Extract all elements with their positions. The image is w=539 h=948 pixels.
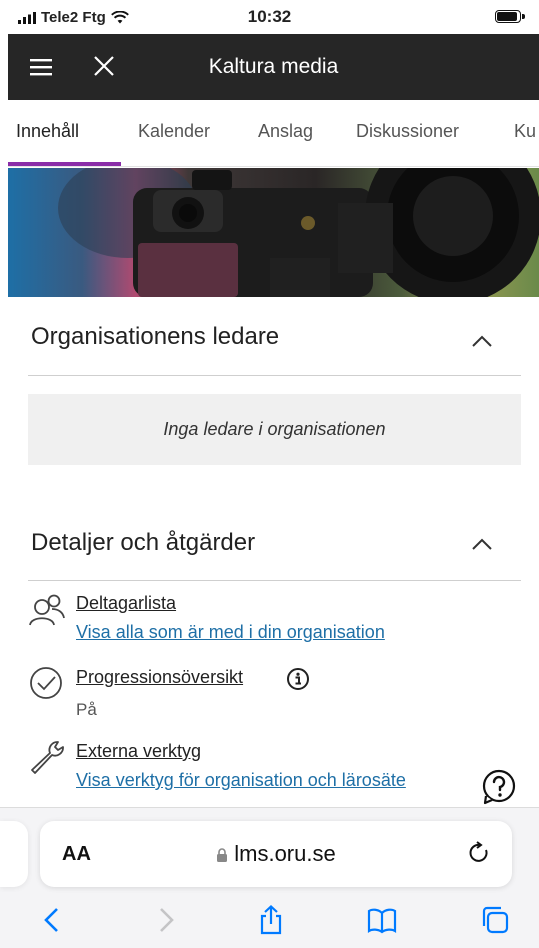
tab-bar: Innehåll Kalender Anslag Diskussioner Ku xyxy=(8,100,539,167)
tab-kalender[interactable]: Kalender xyxy=(138,121,210,142)
people-icon xyxy=(29,594,65,626)
section-divider xyxy=(28,375,521,376)
previous-tab-preview[interactable] xyxy=(0,821,28,887)
external-tools-link[interactable]: Externa verktyg xyxy=(76,741,201,762)
help-icon[interactable] xyxy=(481,769,517,805)
battery-icon xyxy=(495,10,525,23)
page-title: Kaltura media xyxy=(208,55,339,78)
lock-icon xyxy=(217,848,228,862)
chevron-up-icon[interactable] xyxy=(471,334,493,348)
section-divider xyxy=(28,580,521,581)
tab-truncated[interactable]: Ku xyxy=(514,121,536,142)
tab-innehall[interactable]: Innehåll xyxy=(16,121,79,142)
participant-list-sublink[interactable]: Visa alla som är med i din organisation xyxy=(76,622,385,643)
clock: 10:32 xyxy=(247,7,292,26)
active-tab-indicator xyxy=(8,162,121,166)
address-bar[interactable]: AA lms.oru.se xyxy=(40,821,512,887)
external-tools-sublink[interactable]: Visa verktyg för organisation och lärosä… xyxy=(76,770,406,791)
status-bar: Tele2 Ftg 10:32 xyxy=(0,0,539,32)
bookmarks-icon[interactable] xyxy=(367,905,397,935)
check-circle-icon xyxy=(30,667,62,699)
progression-overview-link[interactable]: Progressionsöversikt xyxy=(76,667,243,688)
empty-state: Inga ledare i organisationen xyxy=(28,394,521,465)
progression-status: På xyxy=(76,700,97,719)
wrench-icon xyxy=(31,741,64,774)
tabs-icon[interactable] xyxy=(480,905,510,935)
app-bar: Kaltura media xyxy=(8,34,539,100)
leaders-section-title: Organisationens ledare xyxy=(31,323,280,350)
forward-icon[interactable] xyxy=(150,905,180,935)
share-icon[interactable] xyxy=(256,905,286,935)
details-section-title: Detaljer och åtgärder xyxy=(31,529,256,556)
info-icon[interactable] xyxy=(286,667,310,691)
participant-list-link[interactable]: Deltagarlista xyxy=(76,593,176,614)
tab-diskussioner[interactable]: Diskussioner xyxy=(356,121,459,142)
url-text: lms.oru.se xyxy=(234,841,336,866)
reload-icon[interactable] xyxy=(468,841,492,865)
camera-illustration xyxy=(58,168,539,297)
chevron-up-icon[interactable] xyxy=(471,537,493,551)
banner-image xyxy=(8,168,539,297)
empty-state-text: Inga ledare i organisationen xyxy=(163,419,386,439)
back-icon[interactable] xyxy=(38,905,68,935)
tab-anslag[interactable]: Anslag xyxy=(258,121,313,142)
